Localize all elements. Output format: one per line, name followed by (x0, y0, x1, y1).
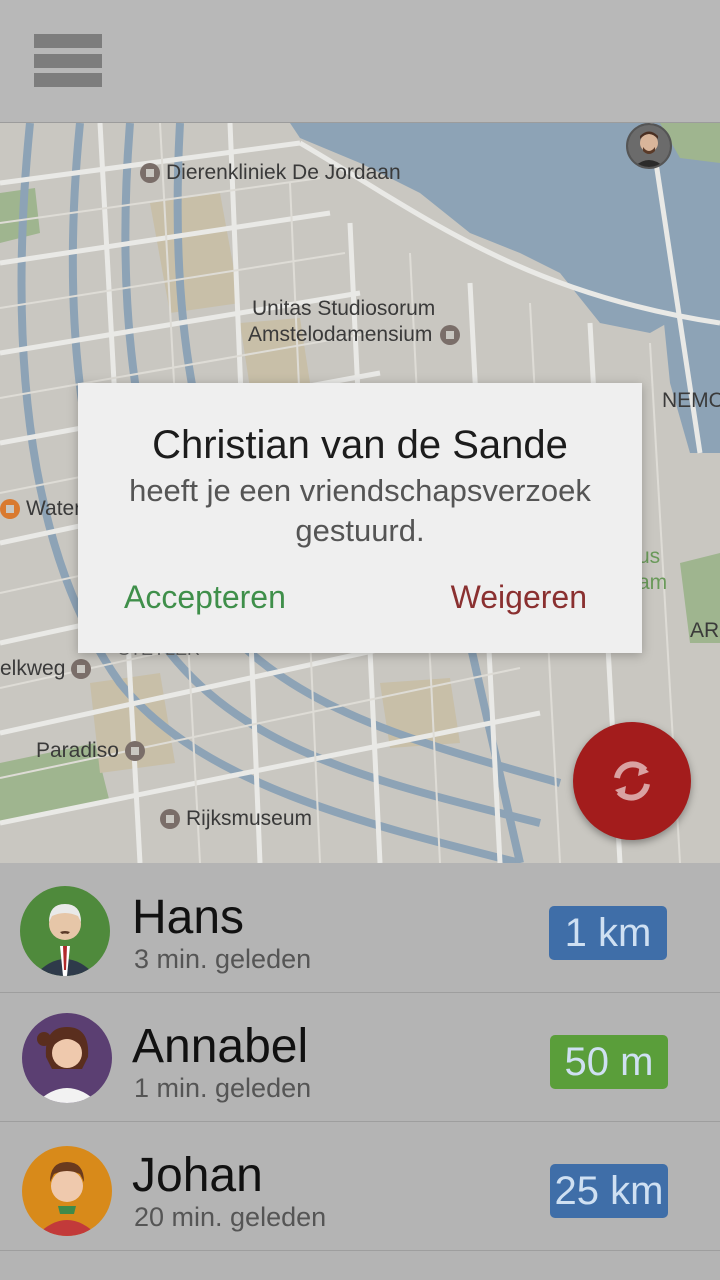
map-user-marker[interactable] (626, 123, 672, 169)
friend-name: Johan (132, 1149, 263, 1202)
map-label-rijksmuseum: Rijksmuseum (160, 807, 312, 831)
woman-avatar (22, 1013, 112, 1103)
old-man-avatar (20, 886, 110, 976)
friend-name: Annabel (132, 1020, 309, 1073)
dialog-title: Christian van de Sande (152, 423, 568, 467)
friend-row[interactable]: Annabel 1 min. geleden 50 m (0, 993, 720, 1122)
friend-row[interactable]: Hans 3 min. geleden 1 km (0, 864, 720, 993)
map-label-unitas-1: Unitas Studiosorum (252, 297, 436, 320)
map-label-nemo: NEMO (662, 389, 720, 412)
friend-list: Hans 3 min. geleden 1 km Annabel 1 min. … (0, 864, 720, 1280)
friend-name: Hans (132, 891, 245, 944)
hamburger-menu-icon[interactable] (34, 34, 102, 88)
accept-button[interactable]: Accepteren (124, 579, 286, 616)
distance-badge: 1 km (549, 906, 667, 960)
map-label-melkweg: elkweg (0, 657, 97, 681)
distance-badge: 25 km (550, 1164, 668, 1218)
map-label-dierenkliniek: Dierenkliniek De Jordaan (140, 161, 401, 185)
dialog-message-line-2: gestuurd. (295, 513, 425, 548)
decline-button[interactable]: Weigeren (451, 579, 587, 616)
dialog-message-line-1: heeft je een vriendschapsverzoek (129, 473, 591, 508)
map-label-paradiso: Paradiso (36, 739, 151, 763)
map-label-am: am (638, 571, 668, 594)
friend-request-dialog: Christian van de Sande heeft je een vrie… (78, 383, 642, 653)
friend-last-seen: 1 min. geleden (134, 1073, 312, 1103)
distance-badge: 50 m (550, 1035, 668, 1089)
young-man-avatar (22, 1146, 112, 1236)
refresh-icon (614, 761, 650, 801)
friend-row[interactable]: Johan 20 min. geleden 25 km (0, 1122, 720, 1251)
refresh-button[interactable] (573, 722, 691, 840)
dialog-message: heeft je een vriendschapsverzoek gestuur… (108, 471, 612, 551)
app-bar (0, 0, 720, 123)
friend-last-seen: 20 min. geleden (134, 1202, 327, 1232)
map-label-unitas-2: Amstelodamensium (248, 323, 466, 347)
man-avatar-icon (628, 125, 670, 167)
friend-last-seen: 3 min. geleden (134, 944, 312, 974)
map-label-ar: AR (690, 619, 720, 642)
